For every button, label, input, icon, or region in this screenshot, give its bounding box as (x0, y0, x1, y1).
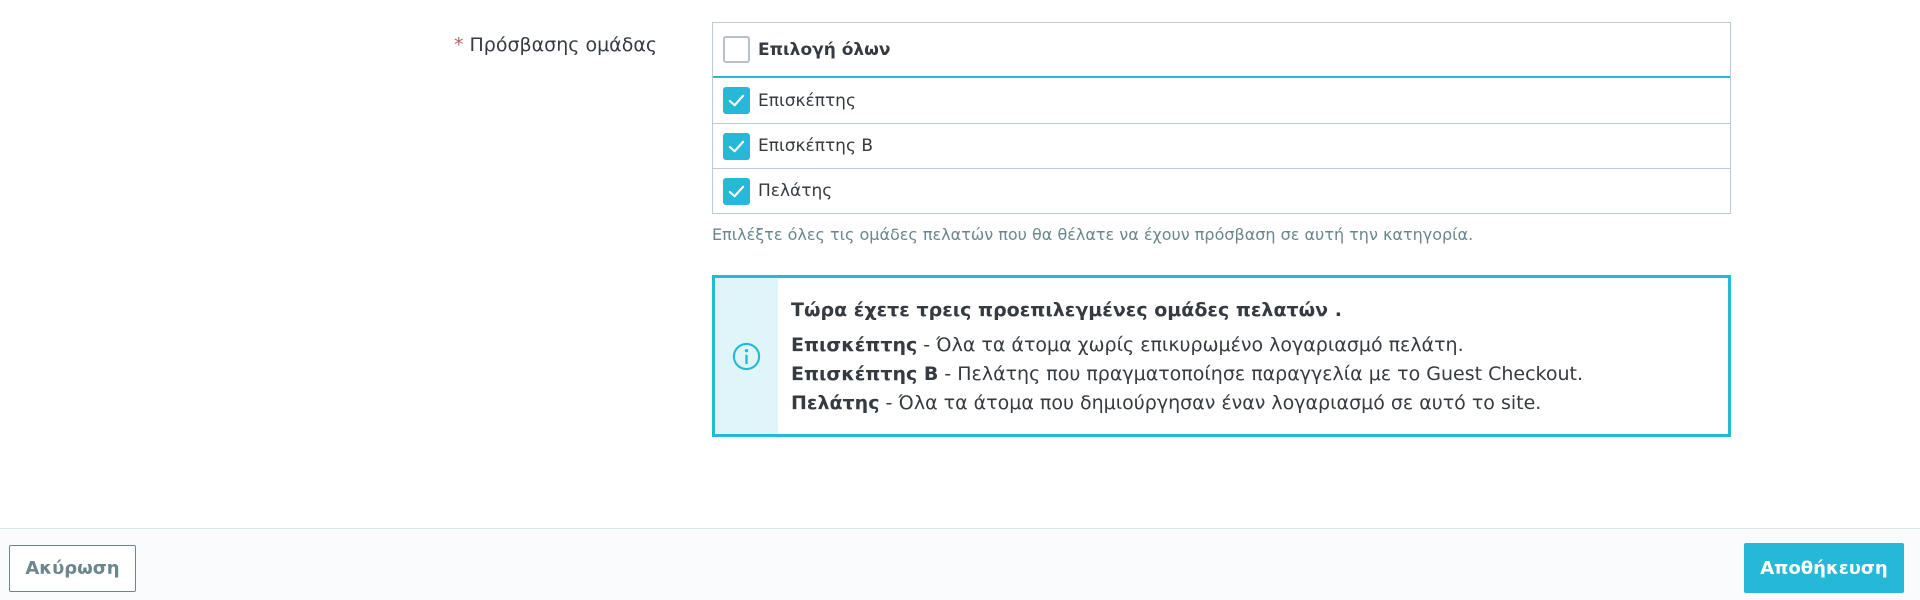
customer-checkbox[interactable] (723, 177, 750, 205)
select-all-checkbox[interactable] (723, 36, 750, 63)
info-group-desc: - Όλα τα άτομα χωρίς επικυρωμένο λογαρια… (917, 334, 1464, 356)
group-label: Πελάτης (758, 181, 833, 201)
visitor-checkbox[interactable] (723, 87, 750, 114)
info-group-name: Επισκέπτης Β (791, 363, 939, 385)
checkmark-icon (728, 140, 745, 152)
required-marker: * (454, 34, 464, 56)
save-button[interactable]: Αποθήκευση (1744, 543, 1904, 593)
group-row-customer[interactable]: Πελάτης (713, 168, 1730, 213)
group-access-table: Επιλογή όλων Επισκέπτης Επισκέπτης Β Πελ… (712, 22, 1731, 214)
select-all-label: Επιλογή όλων (758, 39, 891, 60)
info-circle-icon (732, 342, 761, 370)
info-group-desc: - Πελάτης που πραγματοποίησε παραγγελία … (938, 363, 1584, 385)
info-alert: Τώρα έχετε τρεις προεπιλεγμένες ομάδες π… (712, 275, 1731, 437)
info-group-desc: - Όλα τα άτομα που δημιούργησαν έναν λογ… (879, 392, 1542, 414)
group-row-visitor[interactable]: Επισκέπτης (713, 78, 1730, 123)
group-row-guest[interactable]: Επισκέπτης Β (713, 123, 1730, 168)
group-access-label-text: Πρόσβασης ομάδας (469, 34, 657, 56)
group-label: Επισκέπτης (758, 90, 856, 111)
info-line-visitor: Επισκέπτης - Όλα τα άτομα χωρίς επικυρωμ… (791, 331, 1583, 360)
info-line-guest: Επισκέπτης Β - Πελάτης που πραγματοποίησ… (791, 360, 1583, 389)
info-group-name: Επισκέπτης (791, 334, 918, 356)
info-line-customer: Πελάτης - Όλα τα άτομα που δημιούργησαν … (791, 389, 1583, 418)
checkmark-icon (728, 94, 745, 107)
group-access-label: * Πρόσβασης ομάδας (0, 34, 657, 56)
group-label: Επισκέπτης Β (758, 136, 873, 156)
guest-checkbox[interactable] (723, 132, 750, 160)
info-alert-title: Τώρα έχετε τρεις προεπιλεγμένες ομάδες π… (791, 299, 1342, 321)
checkmark-icon (728, 185, 745, 197)
form-footer: Ακύρωση Αποθήκευση (0, 528, 1920, 600)
group-access-help-text: Επιλέξτε όλες τις ομάδες πελατών που θα … (712, 225, 1474, 244)
info-alert-body: Τώρα έχετε τρεις προεπιλεγμένες ομάδες π… (778, 278, 1583, 434)
info-group-name: Πελάτης (791, 392, 880, 414)
info-alert-icon-panel (715, 278, 778, 434)
select-all-row[interactable]: Επιλογή όλων (713, 23, 1730, 78)
cancel-button[interactable]: Ακύρωση (9, 545, 136, 592)
